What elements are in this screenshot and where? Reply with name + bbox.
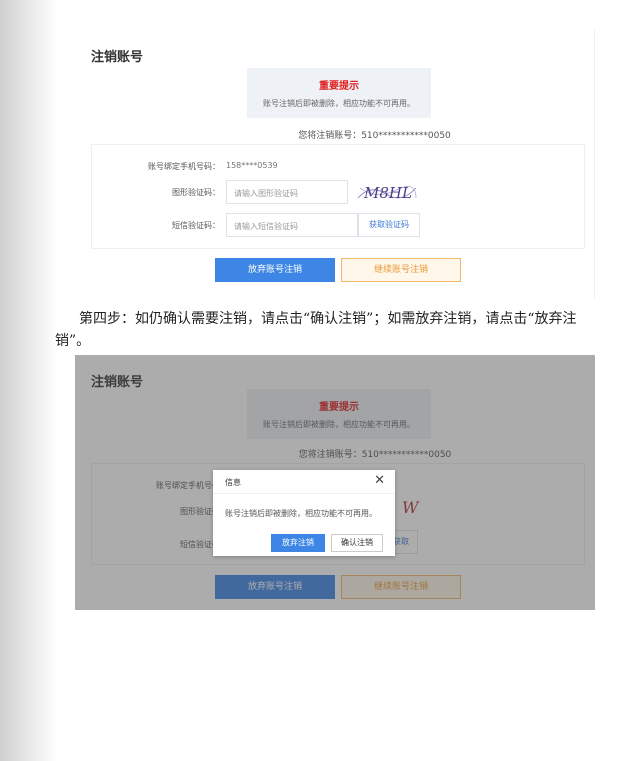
abandon-cancel-button[interactable]: 放弃账号注销 (215, 258, 335, 282)
phone-value: 158****0539 (226, 161, 278, 170)
cancel-account-screenshot-2: 注销账号 重要提示 账号注销后即被删除，相应功能不可再用。 您将注销账号：510… (75, 355, 595, 610)
captcha-image[interactable]: M8HL (356, 180, 418, 204)
dialog-abandon-button[interactable]: 放弃注销 (271, 534, 325, 552)
continue-cancel-button[interactable]: 继续账号注销 (341, 258, 461, 282)
sms-label: 短信验证码： (172, 221, 220, 230)
sms-code-input[interactable]: 请输入短信验证码 (226, 213, 358, 237)
close-icon[interactable]: ✕ (374, 473, 385, 488)
important-notice: 重要提示 账号注销后即被删除，相应功能不可再用。 (247, 68, 431, 118)
page-edge-shadow (0, 0, 58, 761)
step-four-instruction: 第四步：如仍确认需要注销，请点击“确认注销”；如需放弃注销，请点击“放弃注销”。 (55, 311, 577, 349)
dialog-title: 信息 (225, 478, 241, 487)
captcha-label: 图形验证码： (172, 188, 220, 197)
dialog-header: 信息 ✕ (213, 470, 395, 494)
dialog-message: 账号注销后即被删除，相应功能不可再用。 (225, 509, 377, 518)
confirm-dialog: 信息 ✕ 账号注销后即被删除，相应功能不可再用。 放弃注销 确认注销 (213, 470, 395, 556)
notice-text: 账号注销后即被删除，相应功能不可再用。 (263, 99, 415, 108)
account-line: 您将注销账号：510***********0050 (298, 131, 451, 141)
phone-label: 账号绑定手机号码： (148, 162, 220, 171)
captcha-input[interactable]: 请输入图形验证码 (226, 180, 348, 204)
dialog-confirm-button[interactable]: 确认注销 (331, 534, 383, 552)
notice-title: 重要提示 (319, 81, 359, 92)
page-title: 注销账号 (91, 50, 144, 65)
cancel-account-screenshot-1: 注销账号 重要提示 账号注销后即被删除，相应功能不可再用。 您将注销账号：510… (75, 30, 595, 298)
captcha-text: M8HL (363, 184, 412, 202)
get-sms-code-button[interactable]: 获取验证码 (358, 213, 420, 237)
verification-form: 账号绑定手机号码： 158****0539 图形验证码： 请输入图形验证码 M8… (91, 144, 585, 249)
